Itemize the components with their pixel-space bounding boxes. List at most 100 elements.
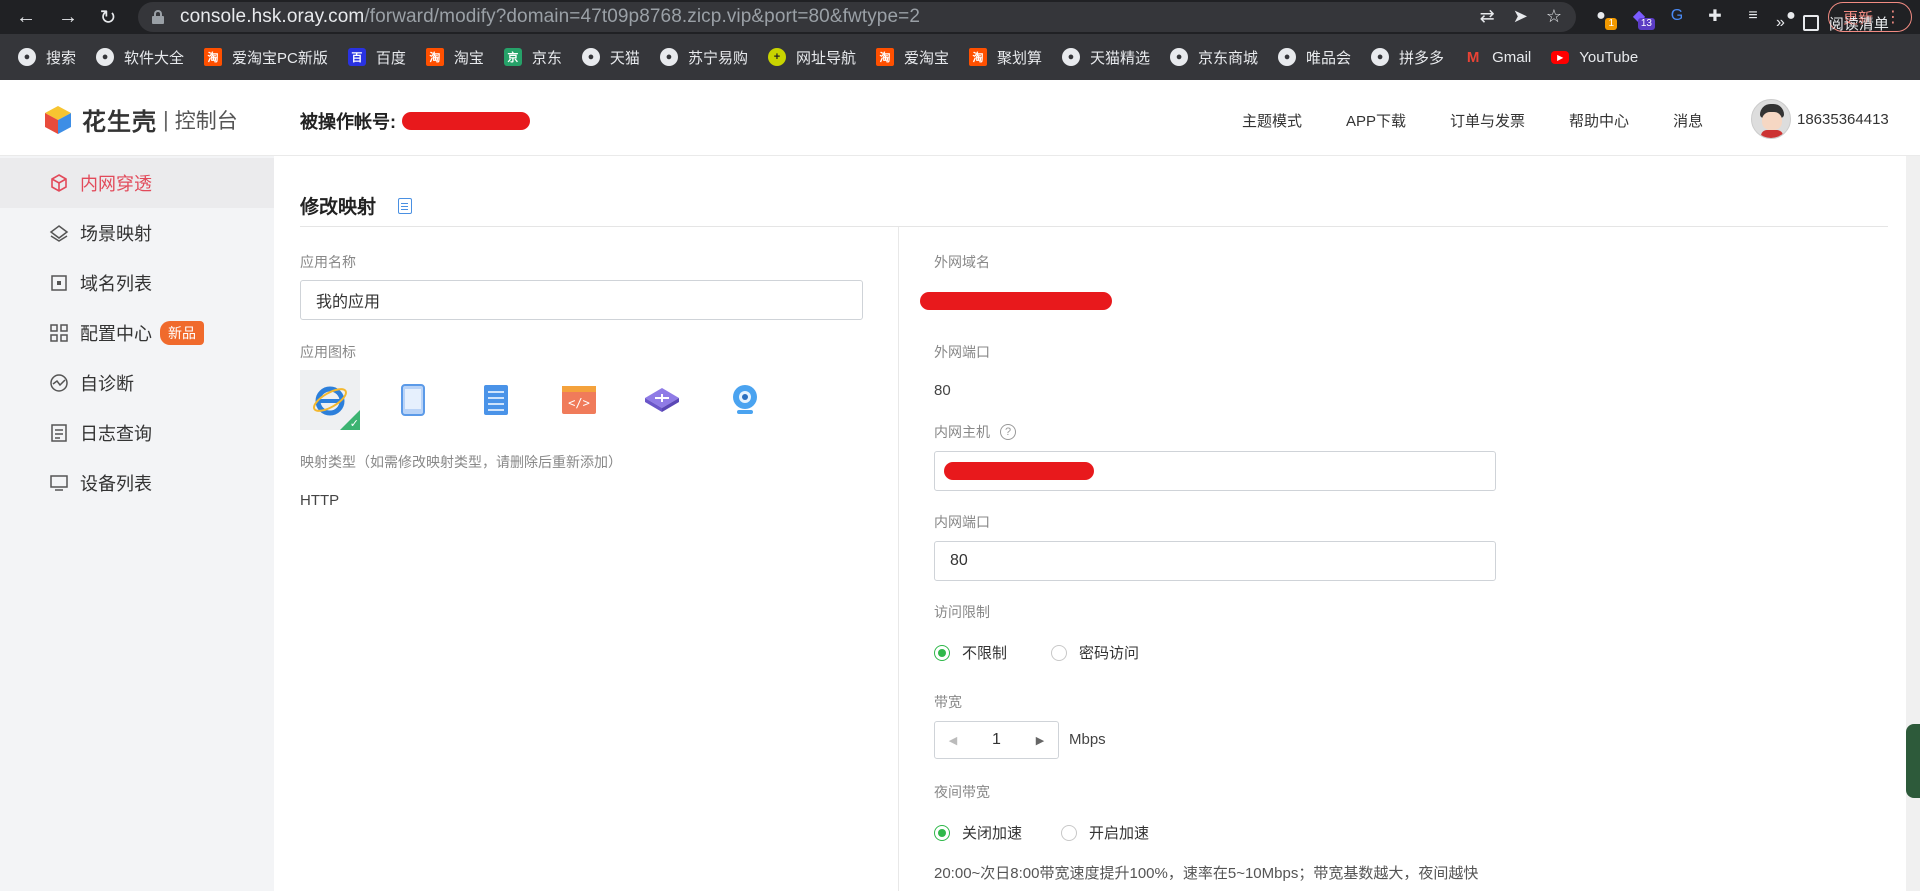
- sidebar-item-label: 内网穿透: [80, 174, 152, 194]
- sidebar-item-intranet-penetration[interactable]: 内网穿透: [0, 158, 274, 208]
- extension-b-icon[interactable]: ◆ 13: [1626, 3, 1655, 30]
- youtube-icon: ▶: [1551, 50, 1570, 64]
- bookmark-item[interactable]: ● 唯品会: [1278, 47, 1351, 68]
- sidebar-item-log-query[interactable]: 日志查询: [0, 408, 274, 458]
- sidebar-item-scene-mapping[interactable]: 场景映射: [0, 208, 274, 258]
- bandwidth-value[interactable]: 1: [971, 731, 1022, 749]
- access-unlimited-radio[interactable]: 不限制: [934, 642, 1007, 663]
- bookmark-item[interactable]: ● 软件大全: [96, 47, 184, 68]
- diagnosis-icon: [48, 372, 70, 394]
- address-bar[interactable]: console.hsk.oray.com/forward/modify?doma…: [138, 2, 1576, 32]
- radio-selected-icon: [934, 644, 950, 661]
- code-icon[interactable]: </>: [549, 370, 609, 430]
- nav-app-download[interactable]: APP下载: [1346, 110, 1406, 131]
- page-title-text: 修改映射: [300, 197, 377, 218]
- bookmark-label: 天猫: [609, 49, 640, 67]
- bookmark-item[interactable]: + 网址导航: [767, 47, 856, 68]
- app-header: 花生壳 | 控制台 被操作帐号: 主题模式 APP下载 订单与发票 帮助中心 消…: [0, 80, 1920, 156]
- bookmark-label: 聚划算: [996, 49, 1042, 67]
- star-icon[interactable]: ☆: [1546, 6, 1562, 27]
- bookmark-item[interactable]: ▶ YouTube: [1551, 49, 1638, 66]
- bookmark-item[interactable]: 淘聚划算: [968, 47, 1042, 68]
- bookmark-item[interactable]: ● 天猫精选: [1062, 47, 1150, 68]
- bookmark-label: 天猫精选: [1090, 49, 1151, 67]
- domain-icon: [48, 272, 70, 294]
- radio-label: 密码访问: [1079, 645, 1140, 662]
- bookmark-item[interactable]: 百百度: [347, 47, 406, 68]
- bookmark-item[interactable]: ● 搜索: [18, 47, 76, 68]
- int-host-input[interactable]: [934, 451, 1496, 491]
- avatar[interactable]: [1751, 99, 1791, 139]
- bookmark-item[interactable]: ● 苏宁易购: [659, 47, 748, 68]
- sidebar-item-label: 配置中心: [80, 324, 152, 344]
- taobao-icon: 淘: [875, 48, 894, 66]
- sidebar-item-self-diagnosis[interactable]: 自诊断: [0, 358, 274, 408]
- document-icon[interactable]: [398, 197, 413, 214]
- reading-list-link[interactable]: 阅读清单: [1829, 13, 1889, 34]
- bookmark-item[interactable]: 淘爱淘宝PC新版: [204, 47, 328, 68]
- radio-unselected-icon: [1061, 824, 1077, 841]
- server-icon[interactable]: [466, 370, 526, 430]
- night-accel-on-radio[interactable]: 开启加速: [1061, 822, 1149, 843]
- browser-toolbar: ← → ↻ console.hsk.oray.com/forward/modif…: [0, 0, 1920, 34]
- bookmarks-overflow-icon[interactable]: »: [1776, 14, 1785, 32]
- bookmark-item[interactable]: ● 拼多多: [1371, 47, 1444, 68]
- puzzle-icon[interactable]: ✚: [1702, 3, 1728, 29]
- ext-domain-label: 外网域名: [934, 254, 990, 270]
- bookmark-item[interactable]: 淘爱淘宝: [875, 47, 949, 68]
- nav-messages[interactable]: 消息: [1673, 110, 1703, 131]
- selected-check-icon: ✓: [340, 410, 360, 430]
- sidebar-item-domain-list[interactable]: 域名列表: [0, 258, 274, 308]
- bookmark-item[interactable]: M Gmail: [1464, 48, 1531, 66]
- app-name-input[interactable]: 我的应用: [300, 280, 863, 320]
- map-type-label: 映射类型（如需修改映射类型，请删除后重新添加）: [300, 454, 622, 470]
- nav-help-center[interactable]: 帮助中心: [1569, 110, 1629, 131]
- globe-icon: ●: [1278, 48, 1297, 66]
- operator-account: 被操作帐号:: [300, 108, 530, 134]
- home-layers-icon: [48, 222, 70, 244]
- sidebar-item-device-list[interactable]: 设备列表: [0, 458, 274, 508]
- redacted-host: [944, 462, 1094, 480]
- baidu-icon: 百: [347, 48, 366, 66]
- night-accel-off-radio[interactable]: 关闭加速: [934, 822, 1022, 843]
- access-password-radio[interactable]: 密码访问: [1051, 642, 1139, 663]
- decrement-icon[interactable]: ◀: [935, 722, 971, 758]
- nav-theme-mode[interactable]: 主题模式: [1242, 110, 1302, 131]
- bookmark-item[interactable]: ● 天猫: [581, 47, 640, 68]
- taobao-icon: 淘: [425, 48, 444, 66]
- int-port-input[interactable]: 80: [934, 541, 1496, 581]
- bookmark-label: YouTube: [1579, 48, 1639, 66]
- bookmark-item[interactable]: ● 京东商城: [1170, 47, 1258, 68]
- forward-icon[interactable]: →: [52, 1, 84, 33]
- media-control-icon[interactable]: ≡: [1740, 3, 1766, 29]
- sidebar-item-config-center[interactable]: 配置中心 新品: [0, 308, 274, 358]
- app-name-label: 应用名称: [300, 254, 356, 270]
- cube-logo-icon: [45, 105, 71, 134]
- globe-icon: ●: [18, 48, 36, 66]
- reading-list-icon: [1802, 15, 1819, 31]
- app-icon-picker: ✓ </>: [300, 370, 798, 430]
- increment-icon[interactable]: ▶: [1022, 722, 1058, 758]
- user-menu[interactable]: 18635364413: [1751, 99, 1889, 139]
- back-icon[interactable]: ←: [10, 1, 42, 33]
- extension-a-icon[interactable]: ● 1: [1588, 3, 1617, 30]
- send-icon[interactable]: ➤: [1513, 6, 1528, 27]
- floating-widget[interactable]: [1906, 724, 1920, 798]
- ie-icon[interactable]: ✓: [300, 370, 360, 430]
- router-icon[interactable]: [632, 370, 692, 430]
- bookmark-label: 淘宝: [453, 49, 484, 67]
- bookmark-item[interactable]: 京京东: [503, 47, 562, 68]
- access-limit-label: 访问限制: [934, 604, 990, 620]
- svg-text:</>: </>: [568, 396, 590, 410]
- reload-icon[interactable]: ↻: [92, 1, 124, 33]
- logo[interactable]: 花生壳 | 控制台: [42, 102, 238, 137]
- radio-selected-icon: [934, 824, 950, 841]
- webcam-icon[interactable]: [715, 370, 775, 430]
- bookmark-item[interactable]: 淘淘宝: [425, 47, 484, 68]
- help-icon[interactable]: ?: [1000, 424, 1016, 440]
- bandwidth-stepper[interactable]: ◀ 1 ▶: [934, 721, 1059, 759]
- tablet-icon[interactable]: [383, 370, 443, 430]
- nav-orders-invoices[interactable]: 订单与发票: [1450, 110, 1525, 131]
- google-translate-icon[interactable]: G: [1664, 3, 1690, 29]
- translate-icon[interactable]: ⇄: [1480, 6, 1495, 27]
